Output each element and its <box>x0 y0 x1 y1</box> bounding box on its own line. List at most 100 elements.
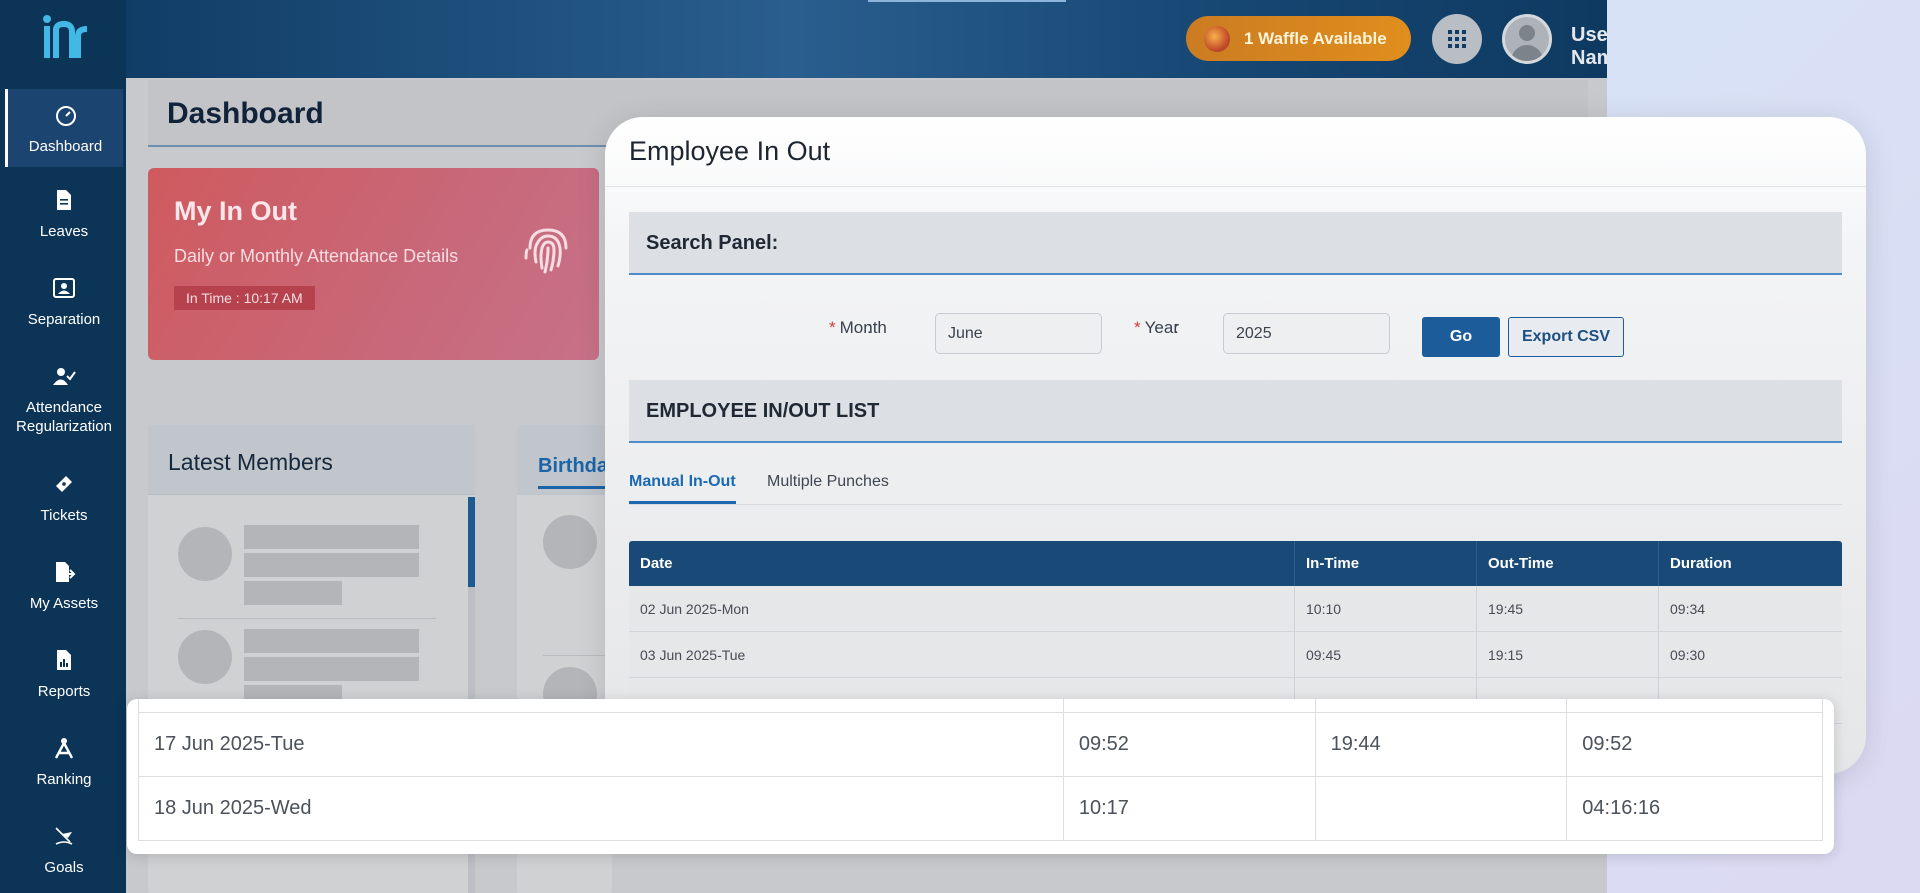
fingerprint-icon <box>524 228 568 274</box>
sidebar-item-dashboard[interactable]: Dashboard <box>5 89 123 167</box>
zoom-table-row[interactable]: 18 Jun 2025-Wed 10:17 04:16:16 <box>138 777 1823 841</box>
sidebar-item-label: Attendance Regularization <box>16 399 112 435</box>
sidebar-item-label: Dashboard <box>28 138 103 155</box>
duration-cell: 09:52 <box>1582 733 1633 755</box>
card-title: My In Out <box>174 196 297 226</box>
page-title: Dashboard <box>167 97 324 130</box>
zoom-cell-cut <box>1064 699 1316 712</box>
date-cell: 02 Jun 2025-Mon <box>629 586 1295 631</box>
sidebar-item-label: Goals <box>44 859 84 876</box>
scrollbar-thumb[interactable] <box>468 497 475 587</box>
member-text-placeholder <box>244 629 419 653</box>
sidebar-item-ranking[interactable]: Ranking <box>5 736 123 789</box>
sidebar: Dashboard Leaves Separation Attendance R… <box>0 0 126 893</box>
duration-cell: 09:34 <box>1670 600 1706 617</box>
zoom-cell-cut <box>1567 699 1822 712</box>
birthday-header: Birthda <box>517 425 612 495</box>
birthday-divider <box>543 655 612 656</box>
birthday-tab[interactable]: Birthda <box>538 455 608 489</box>
modal-divider <box>605 186 1866 187</box>
sidebar-item-label: Ranking <box>36 771 92 788</box>
waffle-label: 1 Waffle Available <box>1244 28 1387 48</box>
in-out-table: Date In-Time Out-Time Duration 02 Jun 20… <box>629 541 1842 724</box>
sidebar-item-my-assets[interactable]: My Assets <box>5 560 123 613</box>
required-asterisk: * <box>1134 318 1141 337</box>
member-avatar-placeholder <box>178 630 232 684</box>
search-panel-header: Search Panel: <box>629 212 1842 275</box>
required-asterisk: * <box>829 318 836 337</box>
grid-icon <box>1448 30 1466 48</box>
month-select[interactable]: June <box>935 313 1102 354</box>
search-panel-title: Search Panel: <box>646 232 779 254</box>
employee-in-out-modal: Employee In Out Search Panel: * Month : J… <box>605 117 1866 774</box>
ranking-compass-icon <box>54 738 74 759</box>
out-time-cell <box>1316 777 1568 840</box>
member-text-placeholder <box>244 525 419 549</box>
report-icon <box>57 650 71 670</box>
latest-members-title: Latest Members <box>168 449 333 475</box>
month-colon: : <box>867 318 872 337</box>
employee-list-title: EMPLOYEE IN/OUT LIST <box>646 400 880 422</box>
member-divider <box>178 618 436 619</box>
modal-title: Employee In Out <box>629 136 831 166</box>
table-row[interactable]: 02 Jun 2025-Mon 10:10 19:45 09:34 <box>629 586 1842 632</box>
member-avatar-placeholder <box>178 527 232 581</box>
column-header-in-time[interactable]: In-Time <box>1295 541 1477 586</box>
avatar-body <box>1511 45 1543 61</box>
month-label: * Month <box>829 318 887 338</box>
year-select[interactable]: 2025 <box>1223 313 1390 354</box>
in-time-badge: In Time : 10:17 AM <box>174 286 315 310</box>
in-time-cell: 09:52 <box>1064 713 1316 776</box>
export-csv-button[interactable]: Export CSV <box>1508 317 1624 357</box>
column-header-duration[interactable]: Duration <box>1659 541 1842 586</box>
sidebar-item-label: Reports <box>37 683 91 700</box>
hr-logo[interactable] <box>40 14 90 60</box>
avatar[interactable] <box>1502 14 1552 64</box>
top-bar: 1 Waffle Available User Name <box>126 0 1607 78</box>
goal-flag-icon <box>55 827 73 845</box>
card-subtitle: Daily or Monthly Attendance Details <box>174 246 459 266</box>
out-time-cell: 19:44 <box>1316 713 1568 776</box>
tab-underline <box>629 504 1842 505</box>
sidebar-item-reports[interactable]: Reports <box>5 648 123 701</box>
go-button[interactable]: Go <box>1422 317 1500 357</box>
dashboard-gauge-icon <box>55 106 76 126</box>
year-colon: : <box>1174 318 1179 337</box>
user-name[interactable]: User Name <box>1571 24 1607 70</box>
column-header-date[interactable]: Date <box>629 541 1295 586</box>
sidebar-item-label: Leaves <box>39 223 89 240</box>
sidebar-item-attendance-regularization[interactable]: Attendance Regularization <box>5 364 123 436</box>
sidebar-item-separation[interactable]: Separation <box>5 276 123 329</box>
member-text-placeholder <box>244 553 419 577</box>
table-row[interactable]: 03 Jun 2025-Tue 09:45 19:15 09:30 <box>629 632 1842 678</box>
birthday-avatar-placeholder <box>543 515 597 569</box>
apps-grid-button[interactable] <box>1432 14 1482 64</box>
date-cell: 18 Jun 2025-Wed <box>139 777 1064 840</box>
date-cell: 03 Jun 2025-Tue <box>629 632 1295 677</box>
in-time-cell: 09:45 <box>1295 632 1477 677</box>
year-label: * Year <box>1134 318 1179 338</box>
member-text-placeholder <box>244 657 419 681</box>
duration-cell: 09:30 <box>1670 646 1706 663</box>
sidebar-item-goals[interactable]: Goals <box>5 824 123 877</box>
sidebar-item-tickets[interactable]: Tickets <box>5 472 123 525</box>
month-label-text: Month <box>839 318 887 337</box>
tab-multiple-punches[interactable]: Multiple Punches <box>767 473 889 501</box>
my-in-out-card[interactable]: My In Out Daily or Monthly Attendance De… <box>148 168 599 360</box>
document-icon <box>57 190 71 210</box>
tab-manual-in-out[interactable]: Manual In-Out <box>629 473 736 504</box>
user-check-icon <box>53 368 76 385</box>
waffle-icon <box>1204 25 1230 52</box>
waffle-badge[interactable]: 1 Waffle Available <box>1186 16 1411 61</box>
column-header-out-time[interactable]: Out-Time <box>1477 541 1659 586</box>
zoom-row-cut <box>138 699 1823 713</box>
in-time-cell: 10:17 <box>1064 777 1316 840</box>
in-time-cell: 10:10 <box>1295 586 1477 631</box>
zoom-cell-cut <box>1316 699 1568 712</box>
ticket-icon <box>56 476 72 492</box>
sidebar-item-label: Tickets <box>40 507 88 524</box>
asset-export-icon <box>56 562 76 582</box>
sidebar-item-label: Separation <box>27 311 101 328</box>
zoom-table-row[interactable]: 17 Jun 2025-Tue 09:52 19:44 09:52 <box>138 713 1823 777</box>
sidebar-item-leaves[interactable]: Leaves <box>5 188 123 241</box>
